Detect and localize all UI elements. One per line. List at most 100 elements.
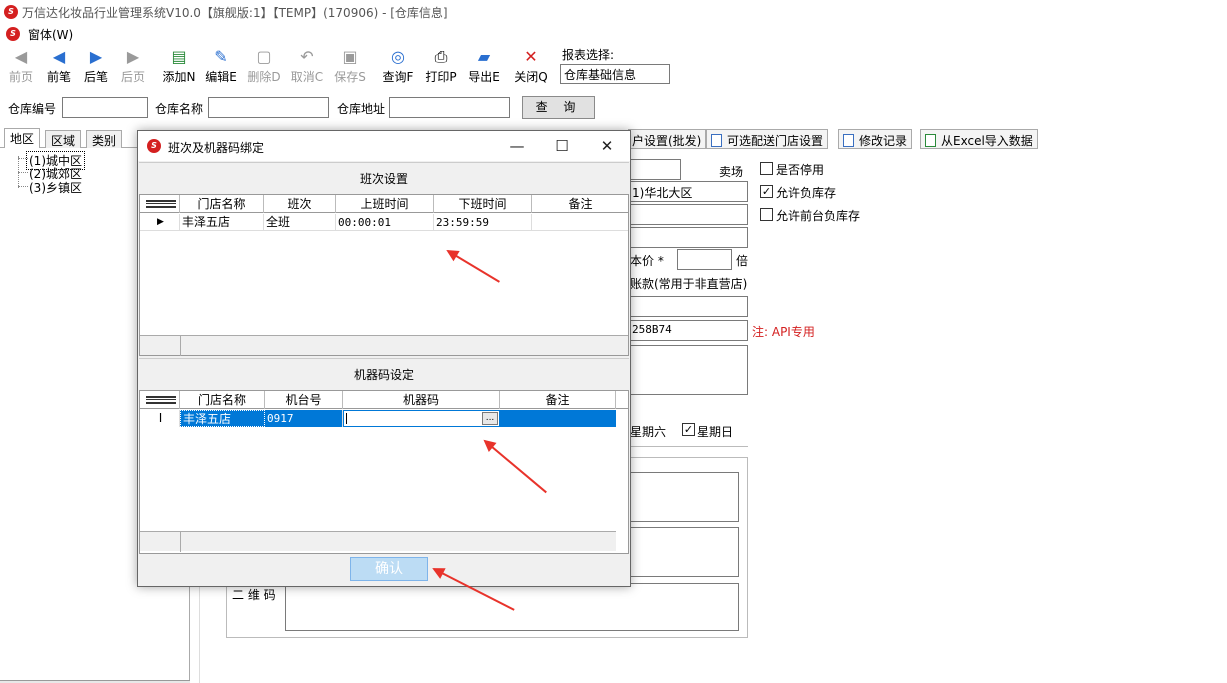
report-label: 报表选择: [562, 48, 615, 62]
app-menu-icon[interactable]: S [6, 27, 20, 41]
allow-front-negative-checkbox[interactable] [760, 208, 773, 221]
shift-col-shift[interactable]: 班次 [264, 195, 336, 213]
machine-cell-note[interactable] [500, 410, 616, 427]
machine-grid: 门店名称 机台号 机器码 备注 I 丰泽五店 0917 ... [139, 390, 629, 554]
shift-col-store[interactable]: 门店名称 [180, 195, 264, 213]
menu-bar: S 窗体(W) [0, 24, 1227, 44]
shift-cell-shift[interactable]: 全班 [264, 214, 336, 231]
app-logo-icon: S [4, 5, 18, 19]
save-button[interactable]: ▣ 保存S [331, 46, 369, 88]
shift-machine-dialog: S 班次及机器码绑定 — ☐ ✕ 班次设置 门店名称 班次 上班时间 下班时间 … [137, 130, 631, 587]
tab-customer-wholesale[interactable]: 户设置(批发) [628, 129, 707, 149]
field-partial[interactable] [628, 159, 681, 180]
shift-col-note[interactable]: 备注 [532, 195, 629, 213]
dialog-title: 班次及机器码绑定 [168, 141, 265, 155]
prev-record-button[interactable]: ◀ 前笔 [40, 46, 78, 88]
shift-grid-header: 门店名称 班次 上班时间 下班时间 备注 [140, 195, 628, 213]
allow-negative-checkbox[interactable]: ✓ [760, 185, 773, 198]
shift-col-start[interactable]: 上班时间 [336, 195, 434, 213]
machine-cell-number[interactable]: 0917 [265, 410, 343, 427]
edit-button[interactable]: ✎ 编辑E [202, 46, 240, 88]
warehouse-name-label: 仓库名称 [155, 102, 204, 116]
cost-ratio-input[interactable] [677, 249, 732, 270]
filter-bar: 仓库编号 仓库名称 仓库地址 查 询 [0, 92, 1227, 122]
qr-code-label: 二 维 码 [232, 588, 276, 602]
list-icon [711, 134, 722, 147]
tab-region[interactable]: 地区 [4, 128, 41, 149]
cancel-button[interactable]: ↶ 取消C [288, 46, 326, 88]
dialog-logo-icon: S [147, 139, 161, 153]
export-button[interactable]: ▰ 导出E [465, 46, 503, 88]
warehouse-code-input[interactable] [62, 97, 148, 118]
machine-code-input[interactable]: ... [343, 410, 500, 427]
print-button[interactable]: ⎙ 打印P [422, 46, 460, 88]
minimize-icon[interactable]: — [503, 135, 531, 157]
row-pointer-icon: ▶ [140, 214, 180, 231]
machine-col-code[interactable]: 机器码 [343, 391, 500, 409]
row-selector-header [140, 391, 180, 409]
add-button[interactable]: ▤ 添加N [160, 46, 198, 88]
account-field[interactable] [628, 296, 748, 317]
next-record-button[interactable]: ▶ 后笔 [77, 46, 115, 88]
sunday-label: 星期日 [697, 425, 734, 439]
ellipsis-button[interactable]: ... [482, 412, 498, 425]
machine-cell-store[interactable]: 丰泽五店 [180, 410, 265, 427]
confirm-button[interactable]: 确认 [350, 557, 428, 581]
remark-textarea[interactable] [628, 345, 748, 395]
shift-cell-start[interactable]: 00:00:01 [336, 214, 434, 231]
warehouse-code-label: 仓库编号 [8, 102, 57, 116]
region-field[interactable]: 1)华北大区 [628, 181, 748, 202]
disabled-label: 是否停用 [776, 163, 825, 177]
table-row[interactable]: ▶ 丰泽五店 全班 00:00:01 23:59:59 [140, 214, 628, 231]
disabled-checkbox[interactable] [760, 162, 773, 175]
shift-cell-store[interactable]: 丰泽五店 [180, 214, 264, 231]
tab-import-excel[interactable]: 从Excel导入数据 [920, 129, 1038, 149]
row-selector-header [140, 195, 180, 213]
query-button[interactable]: 查 询 [522, 96, 595, 119]
field-blank-2[interactable] [628, 227, 748, 248]
machine-grid-footer [140, 531, 616, 552]
query-toolbar-button[interactable]: ◎ 查询F [379, 46, 417, 88]
next-icon: ▶ [89, 47, 103, 66]
shift-col-end[interactable]: 下班时间 [434, 195, 532, 213]
saturday-label: 星期六 [630, 425, 667, 439]
shift-grid-footer [140, 335, 628, 356]
table-row[interactable]: I 丰泽五店 0917 ... [140, 410, 616, 427]
last-page-button[interactable]: ▶ 后页 [114, 46, 152, 88]
close-button[interactable]: ✕ 关闭Q [512, 46, 550, 88]
tree-node[interactable]: (3)乡镇区 [26, 179, 85, 196]
dialog-title-bar: S 班次及机器码绑定 — ☐ ✕ [138, 131, 630, 161]
tab-category[interactable]: 类别 [86, 130, 123, 149]
first-page-button[interactable]: ◀ 前页 [2, 46, 40, 88]
shift-cell-note[interactable] [532, 214, 629, 231]
dialog-close-icon[interactable]: ✕ [593, 135, 621, 157]
tab-area[interactable]: 区域 [45, 130, 82, 149]
api-key-field[interactable]: 258B74 [628, 320, 748, 341]
shift-section-header: 班次设置 [139, 162, 629, 194]
export-folder-icon: ▰ [477, 47, 491, 66]
cost-label: 本价 * [630, 254, 664, 268]
grid-menu-icon [146, 396, 176, 404]
grid-menu-icon [146, 200, 176, 208]
tab-change-log[interactable]: 修改记录 [838, 129, 913, 149]
warehouse-address-input[interactable] [389, 97, 510, 118]
machine-col-number[interactable]: 机台号 [265, 391, 343, 409]
field-blank-1[interactable] [628, 204, 748, 225]
close-icon: ✕ [524, 47, 538, 66]
machine-col-store[interactable]: 门店名称 [180, 391, 265, 409]
sunday-checkbox[interactable]: ✓ [682, 423, 695, 436]
warehouse-name-input[interactable] [208, 97, 329, 118]
prev-icon: ◀ [52, 47, 66, 66]
machine-col-note[interactable]: 备注 [500, 391, 616, 409]
maximize-icon[interactable]: ☐ [548, 135, 576, 157]
tab-delivery-stores[interactable]: 可选配送门店设置 [706, 129, 829, 149]
machine-section-header: 机器码设定 [139, 358, 629, 390]
window-title: 万信达化妆品行业管理系统V10.0【旗舰版:1】【TEMP】(170906) -… [22, 6, 448, 20]
menu-window[interactable]: 窗体(W) [28, 26, 73, 43]
delete-icon: ▢ [256, 47, 272, 66]
printer-icon: ⎙ [434, 47, 448, 66]
undo-icon: ↶ [300, 47, 314, 66]
shift-cell-end[interactable]: 23:59:59 [434, 214, 532, 231]
report-select[interactable]: 仓库基础信息 [560, 64, 670, 84]
delete-button[interactable]: ▢ 删除D [245, 46, 283, 88]
